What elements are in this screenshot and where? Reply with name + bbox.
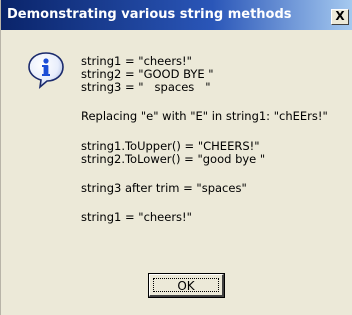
- ok-button[interactable]: OK: [148, 273, 225, 298]
- text-trim: string3 after trim = "spaces": [81, 181, 247, 195]
- text-tolower: string2.ToLower() = "good bye ": [81, 152, 266, 166]
- text-string3: string3 = " spaces ": [81, 80, 211, 94]
- dialog-title: Demonstrating various string methods: [7, 7, 292, 22]
- message-dialog: Demonstrating various string methods X s…: [0, 0, 352, 315]
- title-bar[interactable]: Demonstrating various string methods X: [1, 0, 352, 30]
- close-button[interactable]: X: [331, 9, 349, 25]
- close-icon: X: [335, 9, 345, 23]
- info-icon: [28, 52, 64, 89]
- text-string1-final: string1 = "cheers!": [81, 210, 192, 224]
- ok-button-label: OK: [177, 279, 195, 293]
- text-replace: Replacing "e" with "E" in string1: "chEE…: [81, 109, 328, 123]
